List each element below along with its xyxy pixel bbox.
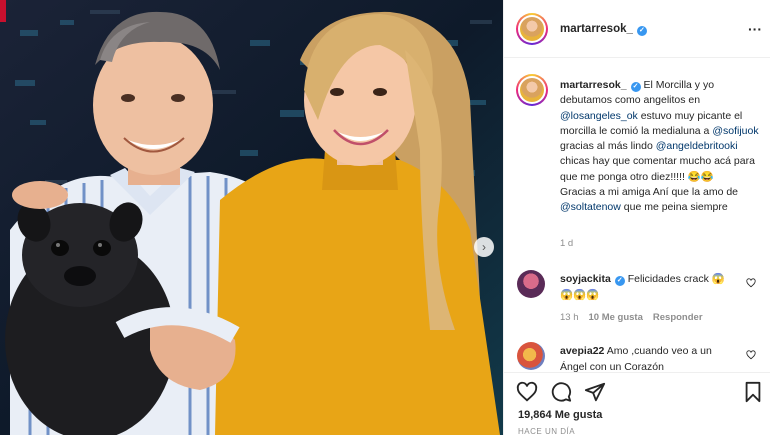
mention-link[interactable]: @losangeles_ok — [560, 110, 638, 122]
instagram-post: › martarresok_ ✓ ··· martarresok_ ✓ El Mor… — [0, 0, 770, 435]
verified-badge-icon: ✓ — [636, 26, 647, 36]
action-bar: 19,864 Me gusta HACE UN DÍA — [504, 372, 770, 435]
comment-text: avepia22 Amo ,cuando veo a un Ángel con … — [560, 344, 740, 372]
post-header: martarresok_ ✓ ··· — [504, 0, 770, 58]
likes-count[interactable]: 19,864 Me gusta — [518, 409, 602, 421]
caption-username[interactable]: martarresok_ — [560, 79, 627, 91]
mention-link[interactable]: @soltatenow — [560, 201, 621, 213]
comment-likes[interactable]: 10 Me gusta — [589, 312, 643, 323]
share-paper-plane-icon[interactable] — [584, 381, 606, 403]
comment-icon[interactable] — [550, 381, 572, 403]
caption-part: que me peina siempre — [620, 201, 728, 214]
caption-timestamp[interactable]: 1 d — [560, 238, 573, 249]
username-text[interactable]: martarresok_ — [560, 23, 633, 35]
caption-part: gracias al más lindo — [560, 140, 656, 153]
comment-meta: 13 h 10 Me gusta Responder — [560, 312, 713, 323]
avatar[interactable] — [516, 13, 548, 45]
header-username[interactable]: martarresok_ ✓ — [560, 23, 647, 36]
comment-text: soyjackita ✓ Felicidades crack 😱 😱😱😱 — [560, 272, 740, 303]
verified-badge-icon: ✓ — [630, 82, 641, 92]
post-details-panel: martarresok_ ✓ ··· martarresok_ ✓ El Morci… — [503, 0, 770, 435]
caption-part: Gracias a mi amiga Aní que la amo de — [560, 186, 739, 199]
caption-avatar[interactable] — [516, 74, 548, 106]
comment-username[interactable]: avepia22 — [560, 345, 604, 357]
photo-illustration — [0, 0, 503, 435]
comment-avatar[interactable] — [517, 270, 545, 298]
more-horizontal-icon[interactable]: ··· — [748, 21, 762, 37]
comment-username[interactable]: soyjackita — [560, 273, 611, 285]
like-heart-icon[interactable] — [516, 381, 538, 403]
reply-button[interactable]: Responder — [653, 312, 703, 323]
heart-icon[interactable] — [746, 278, 756, 288]
caption-text: martarresok_ ✓ El Morcilla y yo debutamos… — [560, 78, 765, 216]
comment-body-line2: 😱😱😱 — [560, 288, 600, 301]
next-image-button[interactable]: › — [474, 237, 494, 257]
post-photo[interactable]: › — [0, 0, 503, 435]
post-age[interactable]: HACE UN DÍA — [518, 427, 575, 435]
caption-part: chicas hay que comentar mucho acá para q… — [560, 155, 755, 183]
heart-icon[interactable] — [746, 350, 756, 360]
comment-time[interactable]: 13 h — [560, 312, 579, 323]
comment-avatar[interactable] — [517, 342, 545, 370]
bookmark-icon[interactable] — [742, 381, 764, 403]
comment-body: Felicidades crack 😱 — [624, 273, 725, 285]
mention-link[interactable]: @angeldebritooki — [656, 140, 738, 152]
verified-badge-icon: ✓ — [614, 276, 625, 286]
mention-link[interactable]: @sofijuok — [712, 125, 758, 137]
